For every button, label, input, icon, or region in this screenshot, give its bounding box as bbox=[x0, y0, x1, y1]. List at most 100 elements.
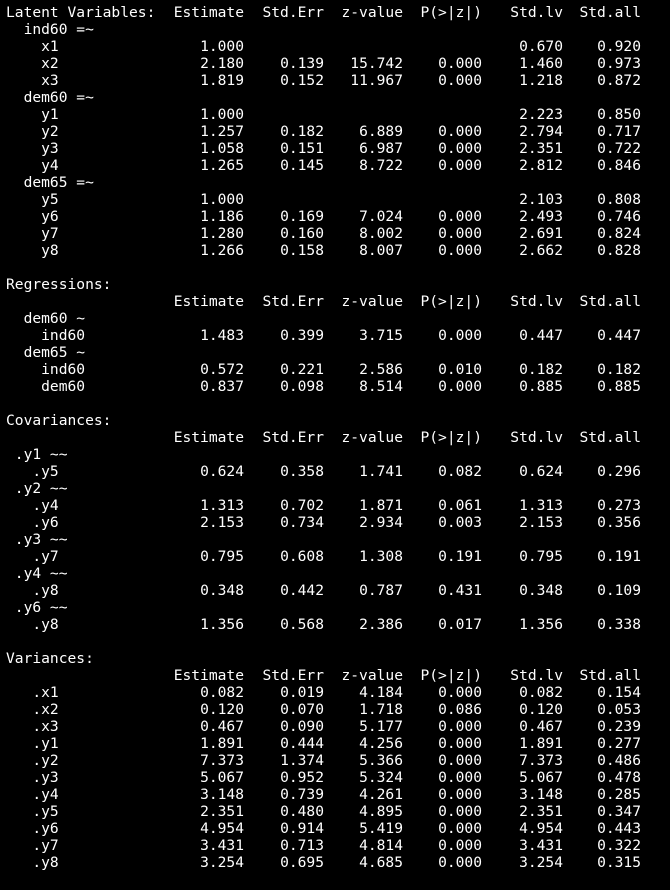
section-label: Covariances: bbox=[6, 412, 112, 429]
table-row: .x2 0.120 0.070 1.718 0.086 0.120 0.053 bbox=[6, 701, 670, 718]
value-cell: 0.315 bbox=[597, 854, 641, 871]
console-output: Latent Variables: Estimate Std.Err z-value P… bbox=[6, 4, 670, 871]
section-label: Variances: bbox=[6, 650, 94, 667]
table-row: y6 1.186 0.169 7.024 0.000 2.493 0.746 bbox=[6, 208, 670, 225]
text-line bbox=[6, 395, 670, 412]
value-cell: 0.191 bbox=[597, 548, 641, 565]
value-cell: 0.443 bbox=[597, 820, 641, 837]
value-cell: 0.109 bbox=[597, 582, 641, 599]
text-line: dem60 ~ bbox=[6, 310, 670, 327]
table-row: .y3 5.067 0.952 5.324 0.000 5.067 0.478 bbox=[6, 769, 670, 786]
value-cell: 1.000 bbox=[200, 191, 244, 208]
section-label: .y2 ~~ bbox=[6, 480, 68, 497]
value-cell: 0.920 bbox=[597, 38, 641, 55]
value-cell: 1.000 bbox=[200, 106, 244, 123]
table-row: .y4 3.148 0.739 4.261 0.000 3.148 0.285 bbox=[6, 786, 670, 803]
value-cell: 0.447 bbox=[597, 327, 641, 344]
value-cell: 0.338 bbox=[597, 616, 641, 633]
section-label: .y4 ~~ bbox=[6, 565, 68, 582]
value-cell: 0.154 bbox=[597, 684, 641, 701]
value-cell: 0.722 bbox=[597, 140, 641, 157]
column-header: Std.all bbox=[579, 667, 641, 684]
text-line: Covariances: bbox=[6, 412, 670, 429]
value-cell: 0.296 bbox=[597, 463, 641, 480]
table-row: .y1 1.891 0.444 4.256 0.000 1.891 0.277 bbox=[6, 735, 670, 752]
value-cell: 0.850 bbox=[597, 106, 641, 123]
table-row: y3 1.058 0.151 6.987 0.000 2.351 0.722 bbox=[6, 140, 670, 157]
table-row: .y7 3.431 0.713 4.814 0.000 3.431 0.322 bbox=[6, 837, 670, 854]
table-row: ind60 0.572 0.221 2.586 0.010 0.182 0.182 bbox=[6, 361, 670, 378]
section-label: Regressions: bbox=[6, 276, 112, 293]
value-cell: 0.872 bbox=[597, 72, 641, 89]
table-row: y1 1.000 2.223 0.850 bbox=[6, 106, 670, 123]
table-row: y4 1.265 0.145 8.722 0.000 2.812 0.846 bbox=[6, 157, 670, 174]
text-line bbox=[6, 259, 670, 276]
value-cell: 0.285 bbox=[597, 786, 641, 803]
header-line: Estimate Std.Err z-value P(>|z|) Std.lv Std.a… bbox=[6, 293, 670, 310]
value-cell: 0.828 bbox=[597, 242, 641, 259]
section-label: dem65 ~ bbox=[6, 344, 86, 361]
text-line: ind60 =~ bbox=[6, 21, 670, 38]
table-row: .y8 0.348 0.442 0.787 0.431 0.348 0.109 bbox=[6, 582, 670, 599]
table-row: ind60 1.483 0.399 3.715 0.000 0.447 0.447 bbox=[6, 327, 670, 344]
table-row: .y2 7.373 1.374 5.366 0.000 7.373 0.486 bbox=[6, 752, 670, 769]
header-line: Estimate Std.Err z-value P(>|z|) Std.lv Std.a… bbox=[6, 429, 670, 446]
section-label: .y3 ~~ bbox=[6, 531, 68, 548]
value-cell: 0.347 bbox=[597, 803, 641, 820]
table-row: .y6 2.153 0.734 2.934 0.003 2.153 0.356 bbox=[6, 514, 670, 531]
header-line: Latent Variables: Estimate Std.Err z-value P… bbox=[6, 4, 670, 21]
table-row: .y6 4.954 0.914 5.419 0.000 4.954 0.443 bbox=[6, 820, 670, 837]
value-cell: 0.273 bbox=[597, 497, 641, 514]
text-line: dem65 ~ bbox=[6, 344, 670, 361]
value-cell: 0.846 bbox=[597, 157, 641, 174]
table-row: dem60 0.837 0.098 8.514 0.000 0.885 0.885 bbox=[6, 378, 670, 395]
text-line: .y1 ~~ bbox=[6, 446, 670, 463]
value-cell: 0.746 bbox=[597, 208, 641, 225]
table-row: .y7 0.795 0.608 1.308 0.191 0.795 0.191 bbox=[6, 548, 670, 565]
value-cell: 0.973 bbox=[597, 55, 641, 72]
text-line: .y3 ~~ bbox=[6, 531, 670, 548]
column-header: Std.all bbox=[579, 429, 641, 446]
table-row: .x3 0.467 0.090 5.177 0.000 0.467 0.239 bbox=[6, 718, 670, 735]
column-header: Std.all bbox=[579, 4, 641, 21]
value-cell: 0.717 bbox=[597, 123, 641, 140]
section-label: .y6 ~~ bbox=[6, 599, 68, 616]
value-cell: 0.053 bbox=[597, 701, 641, 718]
column-header: Std.all bbox=[579, 293, 641, 310]
table-row: y2 1.257 0.182 6.889 0.000 2.794 0.717 bbox=[6, 123, 670, 140]
text-line: Regressions: bbox=[6, 276, 670, 293]
section-label: dem60 =~ bbox=[6, 89, 94, 106]
table-row: y7 1.280 0.160 8.002 0.000 2.691 0.824 bbox=[6, 225, 670, 242]
value-cell: 1.000 bbox=[200, 38, 244, 55]
section-label: dem60 ~ bbox=[6, 310, 86, 327]
text-line: dem60 =~ bbox=[6, 89, 670, 106]
value-cell: 0.478 bbox=[597, 769, 641, 786]
value-cell: 0.277 bbox=[597, 735, 641, 752]
table-row: y5 1.000 2.103 0.808 bbox=[6, 191, 670, 208]
value-cell: 0.356 bbox=[597, 514, 641, 531]
value-cell: 0.824 bbox=[597, 225, 641, 242]
table-row: .x1 0.082 0.019 4.184 0.000 0.082 0.154 bbox=[6, 684, 670, 701]
value-cell: 0.322 bbox=[597, 837, 641, 854]
table-row: y8 1.266 0.158 8.007 0.000 2.662 0.828 bbox=[6, 242, 670, 259]
value-cell: 0.808 bbox=[597, 191, 641, 208]
section-label: dem65 =~ bbox=[6, 174, 94, 191]
text-line: .y6 ~~ bbox=[6, 599, 670, 616]
table-row: x1 1.000 0.670 0.920 bbox=[6, 38, 670, 55]
text-line: .y2 ~~ bbox=[6, 480, 670, 497]
text-line bbox=[6, 633, 670, 650]
text-line: Variances: bbox=[6, 650, 670, 667]
value-cell: 0.486 bbox=[597, 752, 641, 769]
table-row: .y4 1.313 0.702 1.871 0.061 1.313 0.273 bbox=[6, 497, 670, 514]
text-line: dem65 =~ bbox=[6, 174, 670, 191]
value-cell: 0.885 bbox=[597, 378, 641, 395]
table-row: .y5 2.351 0.480 4.895 0.000 2.351 0.347 bbox=[6, 803, 670, 820]
text-line: .y4 ~~ bbox=[6, 565, 670, 582]
value-cell: 0.239 bbox=[597, 718, 641, 735]
table-row: .y8 3.254 0.695 4.685 0.000 3.254 0.315 bbox=[6, 854, 670, 871]
table-row: x3 1.819 0.152 11.967 0.000 1.218 0.872 bbox=[6, 72, 670, 89]
section-label: .y1 ~~ bbox=[6, 446, 68, 463]
header-line: Estimate Std.Err z-value P(>|z|) Std.lv Std.a… bbox=[6, 667, 670, 684]
section-label: ind60 =~ bbox=[6, 21, 94, 38]
table-row: x2 2.180 0.139 15.742 0.000 1.460 0.973 bbox=[6, 55, 670, 72]
